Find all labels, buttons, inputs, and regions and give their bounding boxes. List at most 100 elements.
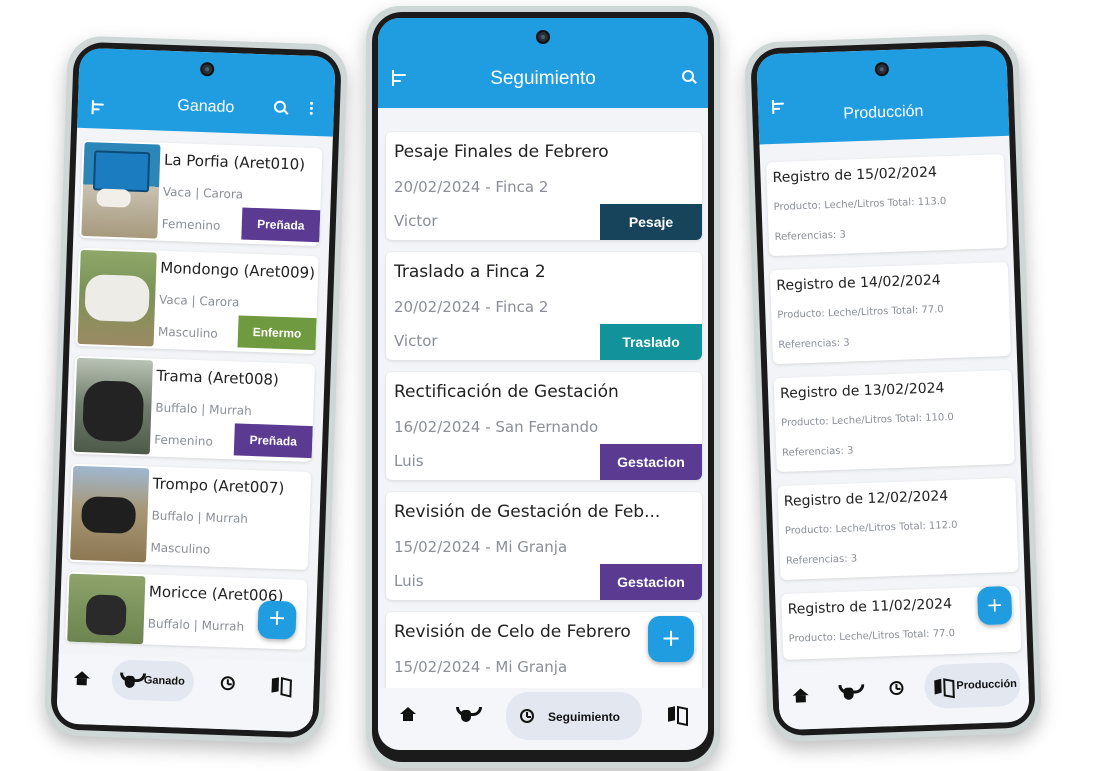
- home-icon: [792, 688, 808, 703]
- nav-seguimiento[interactable]: [884, 676, 909, 701]
- record-product: Producto: Leche/Litros Total: 112.0: [784, 519, 958, 537]
- status-badge: Preñada: [241, 207, 321, 243]
- nav-produccion-active[interactable]: Producción: [923, 661, 1022, 710]
- search-icon[interactable]: [274, 101, 288, 115]
- event-date-place: 20/02/2024 - Finca 2: [394, 298, 549, 316]
- nav-ganado[interactable]: [454, 702, 482, 726]
- add-animal-button[interactable]: +: [257, 600, 297, 640]
- animal-name: Trompo (Aret007): [152, 474, 285, 498]
- animal-breed: Vaca | Carora: [158, 292, 240, 310]
- animal-photo: [81, 141, 161, 239]
- record-card[interactable]: Registro de 14/02/2024 Producto: Leche/L…: [769, 261, 1011, 365]
- record-card[interactable]: Registro de 15/02/2024 Producto: Leche/L…: [766, 153, 1008, 257]
- nav-seguimiento-active[interactable]: Seguimiento: [506, 692, 642, 740]
- record-refs: Referencias: 3: [782, 445, 854, 459]
- record-title: Registro de 14/02/2024: [776, 272, 941, 295]
- nav-ganado[interactable]: [836, 679, 861, 704]
- animal-breed: Buffalo | Murrah: [151, 508, 249, 526]
- animal-card[interactable]: Mondongo (Aret009) Vaca | Carora Masculi…: [75, 247, 319, 355]
- animal-sex: Masculino: [157, 324, 219, 341]
- add-record-button[interactable]: +: [977, 586, 1013, 626]
- event-type-badge: Traslado: [600, 324, 702, 360]
- record-refs: Referencias: 3: [774, 229, 847, 244]
- nav-home[interactable]: [788, 683, 813, 708]
- animal-photo: [67, 573, 146, 645]
- event-type-badge: Gestacion: [600, 564, 702, 600]
- more-options-icon[interactable]: [309, 101, 314, 116]
- record-title: Registro de 11/02/2024: [787, 596, 953, 618]
- nav-produccion[interactable]: [664, 702, 688, 726]
- produccion-screen: Producción Registro de 15/02/2024 Produc…: [756, 45, 1030, 731]
- event-type-badge: Gestacion: [600, 444, 702, 480]
- record-card[interactable]: Registro de 13/02/2024 Producto: Leche/L…: [773, 369, 1015, 473]
- front-camera: [536, 30, 550, 44]
- animal-card[interactable]: La Porfia (Aret010) Vaca | Carora Femeni…: [79, 139, 323, 247]
- nav-ganado-active[interactable]: Ganado: [111, 659, 195, 703]
- bull-icon: [456, 706, 482, 722]
- animal-card[interactable]: Trompo (Aret007) Buffalo | Murrah Mascul…: [67, 463, 312, 571]
- map-book-icon: [668, 707, 684, 721]
- nav-home[interactable]: [69, 666, 94, 691]
- history-icon: [520, 709, 534, 723]
- event-person: Victor: [394, 332, 438, 350]
- record-refs: Referencias: 3: [785, 553, 858, 567]
- nav-seguimiento[interactable]: [215, 671, 240, 696]
- status-badge: Enfermo: [237, 315, 317, 351]
- page-title: Ganado: [177, 97, 235, 117]
- home-icon: [400, 707, 416, 721]
- animal-name: Mondongo (Aret009): [159, 258, 316, 283]
- animal-breed: Vaca | Carora: [162, 184, 244, 202]
- animal-sex: Masculino: [150, 540, 211, 557]
- bull-icon: [838, 683, 859, 700]
- event-date-place: 15/02/2024 - Mi Granja: [394, 538, 568, 556]
- event-date-place: 16/02/2024 - San Fernando: [394, 418, 599, 436]
- ganado-screen: Ganado La Porfia (Aret010) Vaca | Carora…: [56, 47, 336, 733]
- animal-photo: [77, 249, 157, 347]
- record-card[interactable]: Registro de 12/02/2024 Producto: Leche/L…: [777, 477, 1019, 581]
- event-card[interactable]: Pesaje Finales de Febrero 20/02/2024 - F…: [386, 132, 702, 240]
- record-title: Registro de 15/02/2024: [772, 164, 938, 187]
- bottom-nav: Producción: [777, 657, 1030, 731]
- map-book-icon: [272, 678, 288, 693]
- event-title: Pesaje Finales de Febrero: [394, 142, 609, 162]
- record-product: Producto: Leche/Litros Total: 77.0: [777, 304, 944, 321]
- history-icon: [220, 676, 236, 691]
- record-product: Producto: Leche/Litros Total: 110.0: [780, 411, 955, 429]
- animal-name: La Porfia (Aret010): [163, 150, 306, 174]
- record-product: Producto: Leche/Litros Total: 77.0: [788, 627, 956, 645]
- event-title: Traslado a Finca 2: [394, 262, 546, 282]
- animal-breed: Buffalo | Murrah: [155, 400, 252, 418]
- event-date-place: 15/02/2024 - Mi Granja: [394, 658, 568, 676]
- animal-card[interactable]: Trama (Aret008) Buffalo | Murrah Femenin…: [71, 355, 315, 463]
- event-person: Luis: [394, 572, 424, 590]
- bottom-nav: Ganado: [56, 653, 315, 733]
- event-card[interactable]: Revisión de Gestación de Feb... 15/02/20…: [386, 492, 702, 600]
- history-icon: [889, 680, 904, 696]
- animal-sex: Femenino: [161, 216, 221, 233]
- event-title: Revisión de Gestación de Feb...: [394, 502, 661, 522]
- nav-home[interactable]: [396, 702, 420, 726]
- event-title: Revisión de Celo de Febrero: [394, 622, 631, 642]
- event-card[interactable]: Traslado a Finca 2 20/02/2024 - Finca 2 …: [386, 252, 702, 360]
- search-icon[interactable]: [682, 70, 696, 84]
- animal-photo: [73, 357, 154, 455]
- add-event-button[interactable]: +: [648, 616, 694, 662]
- bottom-nav: Seguimiento: [378, 688, 708, 750]
- animal-sex: Femenino: [154, 432, 214, 449]
- event-date-place: 20/02/2024 - Finca 2: [394, 178, 549, 196]
- animal-name: Trama (Aret008): [156, 366, 280, 389]
- phone-produccion: Producción Registro de 15/02/2024 Produc…: [743, 33, 1043, 743]
- nav-label: Ganado: [143, 674, 185, 688]
- record-product: Producto: Leche/Litros Total: 113.0: [773, 196, 947, 214]
- nav-produccion[interactable]: [267, 673, 292, 698]
- animal-photo: [70, 465, 150, 563]
- bull-icon: [120, 672, 141, 689]
- animal-breed: Buffalo | Murrah: [147, 616, 245, 634]
- nav-label: Producción: [956, 677, 1018, 692]
- record-title: Registro de 12/02/2024: [783, 488, 949, 510]
- page-title: Producción: [843, 102, 924, 123]
- event-card[interactable]: Rectificación de Gestación 16/02/2024 - …: [386, 372, 702, 480]
- produccion-app-bar: Producción: [756, 45, 1010, 145]
- page-title: Seguimiento: [490, 68, 596, 89]
- record-refs: Referencias: 3: [778, 337, 850, 351]
